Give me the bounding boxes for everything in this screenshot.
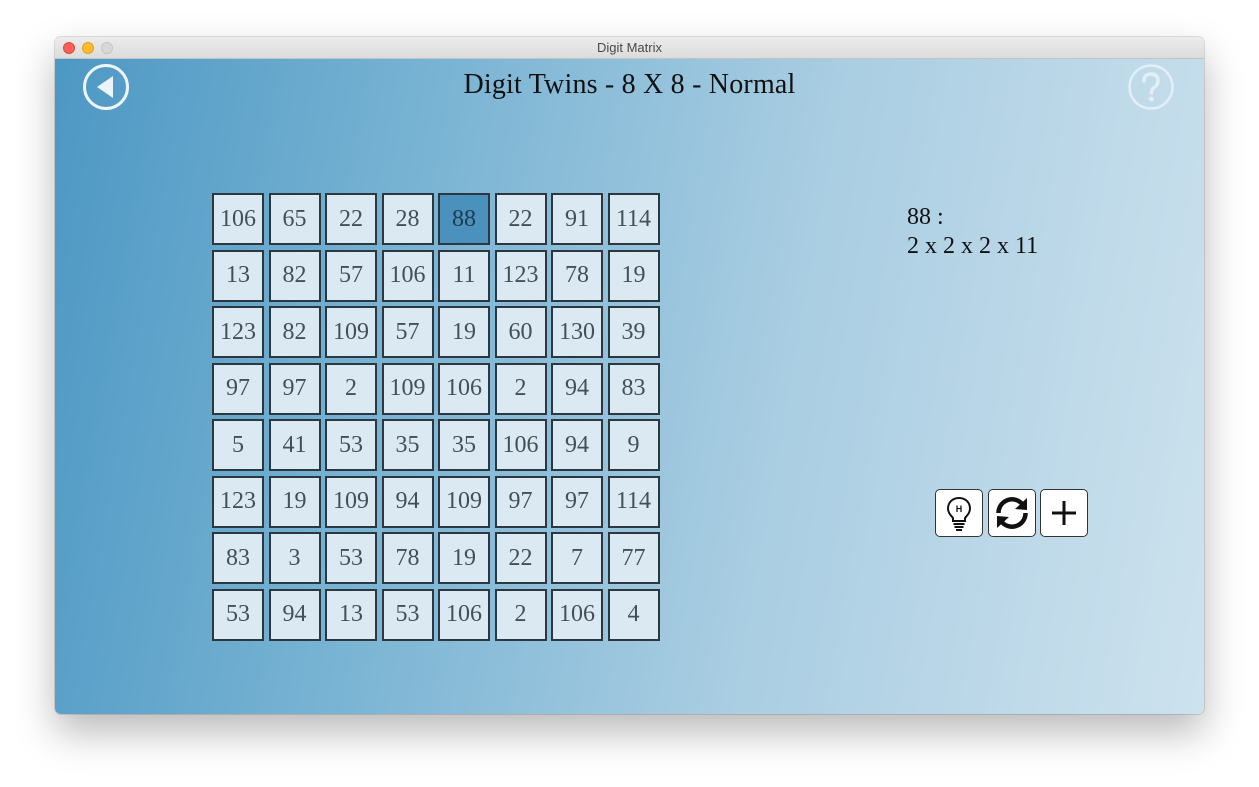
- grid-cell[interactable]: 19: [438, 532, 490, 584]
- grid-cell[interactable]: 57: [381, 306, 434, 358]
- grid-cell[interactable]: 60: [494, 306, 547, 358]
- svg-text:H: H: [956, 504, 963, 514]
- factorization-panel: 88 : 2 x 2 x 2 x 11: [907, 203, 1038, 261]
- refresh-icon: [996, 497, 1028, 529]
- grid-cell[interactable]: 35: [438, 419, 490, 471]
- help-button[interactable]: [1127, 63, 1175, 111]
- grid-cell[interactable]: 109: [438, 475, 490, 528]
- grid-cell[interactable]: 94: [551, 362, 603, 415]
- grid-cell[interactable]: 2: [325, 362, 377, 415]
- grid-cell[interactable]: 53: [381, 588, 434, 641]
- selected-number: 88 :: [907, 204, 944, 230]
- hint-button[interactable]: H: [935, 489, 983, 537]
- new-game-button[interactable]: [1040, 489, 1088, 537]
- grid-cell[interactable]: 82: [268, 249, 321, 302]
- grid-cell[interactable]: 13: [212, 249, 264, 302]
- grid-cell[interactable]: 35: [381, 419, 434, 471]
- grid-cell[interactable]: 78: [551, 249, 603, 302]
- grid-cell[interactable]: 97: [494, 475, 547, 528]
- grid-cell[interactable]: 19: [438, 306, 490, 358]
- grid-cell[interactable]: 3: [268, 532, 321, 584]
- grid-cell[interactable]: 123: [494, 249, 547, 302]
- grid-cell[interactable]: 123: [212, 475, 264, 528]
- grid-cell[interactable]: 77: [607, 532, 660, 584]
- grid-cell[interactable]: 78: [381, 532, 434, 584]
- grid-cell[interactable]: 114: [607, 193, 660, 245]
- grid-cell[interactable]: 106: [381, 249, 434, 302]
- grid-cell[interactable]: 41: [268, 419, 321, 471]
- number-grid: 106 65 22 28 88 22 91 114 13 82 57 106 11 123 78 19 123 8…: [212, 193, 664, 645]
- grid-cell[interactable]: 109: [381, 362, 434, 415]
- grid-cell[interactable]: 106: [212, 193, 264, 245]
- title-bar[interactable]: Digit Matrix: [55, 37, 1204, 59]
- grid-cell[interactable]: 53: [325, 419, 377, 471]
- grid-cell[interactable]: 53: [212, 588, 264, 641]
- grid-cell[interactable]: 130: [551, 306, 603, 358]
- grid-cell[interactable]: 22: [494, 193, 547, 245]
- grid-cell[interactable]: 106: [438, 362, 490, 415]
- grid-cell[interactable]: 106: [551, 588, 603, 641]
- prime-factors: 2 x 2 x 2 x 11: [907, 233, 1039, 259]
- grid-cell[interactable]: 94: [381, 475, 434, 528]
- window-title: Digit Matrix: [596, 40, 662, 55]
- grid-cell[interactable]: 22: [494, 532, 547, 584]
- grid-cell[interactable]: 82: [268, 306, 321, 358]
- grid-cell[interactable]: 91: [551, 193, 603, 245]
- grid-cell[interactable]: 83: [212, 532, 264, 584]
- grid-cell[interactable]: 97: [268, 362, 321, 415]
- grid-cell[interactable]: 97: [212, 362, 264, 415]
- app-window: Digit Matrix Digit Twins - 8 X 8 - Norma…: [55, 37, 1204, 714]
- question-mark-icon: [1128, 64, 1174, 110]
- grid-cell[interactable]: 123: [212, 306, 264, 358]
- plus-icon: [1052, 501, 1076, 525]
- grid-cell[interactable]: 19: [607, 249, 660, 302]
- game-title: Digit Twins - 8 X 8 - Normal: [463, 69, 796, 100]
- grid-cell[interactable]: 53: [325, 532, 377, 584]
- grid-cell[interactable]: 4: [607, 588, 660, 641]
- grid-cell[interactable]: 57: [325, 249, 377, 302]
- grid-cell-selected[interactable]: 88: [438, 193, 490, 245]
- grid-cell[interactable]: 11: [438, 249, 490, 302]
- grid-cell[interactable]: 2: [494, 588, 547, 641]
- grid-cell[interactable]: 22: [325, 193, 377, 245]
- grid-cell[interactable]: 5: [212, 419, 264, 471]
- grid-cell[interactable]: 94: [268, 588, 321, 641]
- grid-cell[interactable]: 2: [494, 362, 547, 415]
- grid-cell[interactable]: 114: [607, 475, 660, 528]
- grid-cell[interactable]: 7: [551, 532, 603, 584]
- grid-cell[interactable]: 9: [607, 419, 660, 471]
- grid-cell[interactable]: 106: [438, 588, 490, 641]
- grid-cell[interactable]: 109: [325, 306, 377, 358]
- lightbulb-hint-icon: H: [946, 496, 972, 531]
- grid-cell[interactable]: 28: [381, 193, 434, 245]
- grid-cell[interactable]: 97: [551, 475, 603, 528]
- grid-cell[interactable]: 65: [268, 193, 321, 245]
- grid-cell[interactable]: 106: [494, 419, 547, 471]
- restart-button[interactable]: [988, 489, 1036, 537]
- game-screen: Digit Twins - 8 X 8 - Normal 106 65 22 28 88…: [55, 59, 1204, 714]
- grid-cell[interactable]: 19: [268, 475, 321, 528]
- grid-cell[interactable]: 94: [551, 419, 603, 471]
- grid-cell[interactable]: 109: [325, 475, 377, 528]
- grid-cell[interactable]: 83: [607, 362, 660, 415]
- grid-cell[interactable]: 13: [325, 588, 377, 641]
- grid-cell[interactable]: 39: [607, 306, 660, 358]
